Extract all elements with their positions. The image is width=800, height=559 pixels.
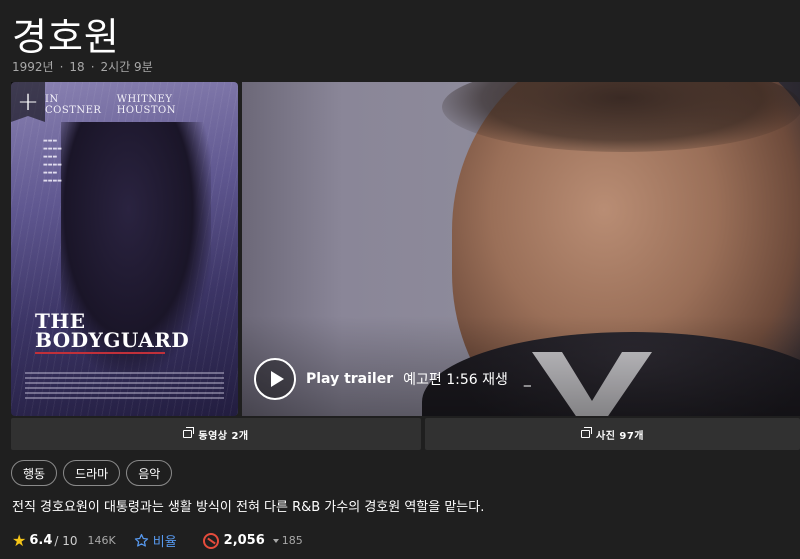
genre-chip[interactable]: 행동: [11, 460, 58, 486]
separator-dot: ·: [59, 59, 64, 74]
plot-summary: 전직 경호요원이 대통령과는 생활 방식이 전혀 다른 R&B 가수의 경호원 …: [12, 500, 485, 515]
poster-cast: IN COSTNER WHITNEY HOUSTON: [45, 94, 232, 116]
trailer-duration-label: 예고편 1:56 재생: [403, 372, 508, 388]
star-outline-icon: [134, 533, 148, 547]
play-button[interactable]: [254, 358, 296, 400]
poster-credits-block: [25, 372, 224, 402]
genre-chip[interactable]: 음악: [126, 460, 173, 486]
trend-value: 185: [281, 534, 303, 547]
popularity-icon: [202, 532, 219, 549]
popularity-meter[interactable]: 2,056: [202, 532, 265, 549]
photos-button[interactable]: 사진 97개: [425, 418, 800, 450]
title-meta: 1992년 · 18 · 2시간 9분: [12, 58, 153, 75]
poster-cast-right: WHITNEY HOUSTON: [116, 94, 177, 116]
poster-logo-bodyguard: BODYGUARD: [35, 328, 190, 352]
rating-bar: ★ 6.4 / 10 146K 비율 2,056 185: [12, 531, 303, 550]
page-title: 경호원: [12, 15, 120, 59]
play-icon: [270, 371, 284, 387]
genre-chip[interactable]: 드라마: [63, 460, 121, 486]
release-year[interactable]: 1992년: [12, 58, 54, 75]
plus-icon: +: [17, 87, 39, 117]
play-trailer-label[interactable]: Play trailer: [306, 371, 393, 387]
runtime: 2시간 9분: [100, 60, 153, 74]
trailer-extra-mark: _: [523, 371, 531, 387]
genre-chips: 행동 드라마 음악: [11, 460, 173, 486]
rating-votes: 146K: [87, 534, 116, 547]
rate-button[interactable]: 비율: [134, 531, 177, 550]
rating-score[interactable]: 6.4: [29, 533, 52, 548]
photos-label: 사진 97개: [596, 430, 644, 442]
trend-down-icon: [272, 538, 279, 543]
add-to-watchlist-button[interactable]: +: [11, 82, 45, 122]
media-links: 동영상 2개 사진 97개: [11, 418, 800, 450]
video-stack-icon: [183, 427, 195, 438]
rating-out-of: / 10: [54, 533, 78, 548]
popularity-trend: 185: [272, 534, 303, 547]
poster-logo: THE BODYGUARD: [35, 311, 190, 352]
poster-logo-underline: [35, 352, 165, 354]
play-trailer-control[interactable]: Play trailer 예고편 1:56 재생 _: [254, 358, 531, 400]
popularity-value: 2,056: [223, 533, 265, 548]
videos-button[interactable]: 동영상 2개: [11, 418, 421, 450]
rate-label: 비율: [152, 535, 177, 550]
poster-cast-left: IN COSTNER: [45, 94, 102, 116]
age-rating[interactable]: 18: [69, 60, 84, 74]
separator-dot: ·: [90, 59, 95, 74]
movie-poster[interactable]: IN COSTNER WHITNEY HOUSTON ▬▬▬ ▬▬▬▬ ▬▬▬ ▬▬▬…: [11, 82, 238, 416]
star-icon: ★: [12, 531, 27, 550]
photo-stack-icon: [581, 427, 592, 438]
poster-tagline-art: ▬▬▬ ▬▬▬▬ ▬▬▬ ▬▬▬▬ ▬▬▬ ▬▬▬▬: [43, 138, 62, 184]
videos-label: 동영상 2개: [198, 430, 249, 442]
